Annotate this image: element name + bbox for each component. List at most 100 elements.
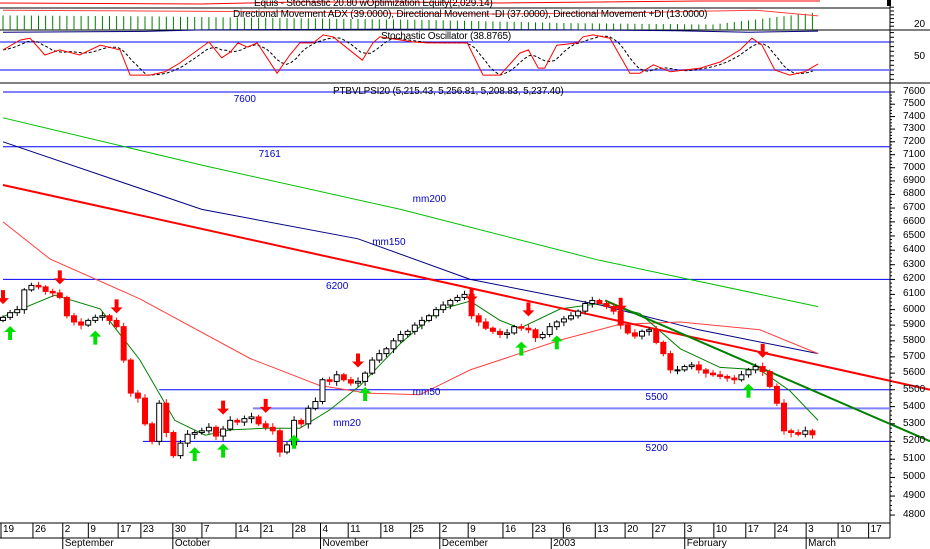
candle-body — [56, 292, 63, 298]
y-tick-label: 7600 — [903, 86, 926, 97]
stochastic-panel-title: Stochastic Oscillator (38.8765) — [381, 31, 511, 42]
y-tick-label: 5800 — [903, 334, 926, 346]
x-tick-label: 19 — [3, 524, 15, 535]
price-panel-title: PTBVLPSI20 (5,215.43, 5,256.81, 5,208.83… — [333, 86, 564, 97]
month-label: December — [441, 538, 488, 549]
candle-body — [284, 444, 290, 453]
candle-body — [241, 418, 248, 423]
candle-body — [553, 321, 560, 328]
horizontal-levels — [3, 91, 890, 442]
y-tick-label: 6200 — [903, 273, 926, 285]
sell-arrow-icon — [0, 290, 9, 305]
x-tick-label: 7 — [203, 524, 210, 535]
candle-body — [766, 370, 773, 387]
candle-body — [596, 299, 603, 305]
x-tick-label: 26 — [34, 524, 47, 535]
mm20-label: mm20 — [333, 417, 361, 429]
candle-body — [589, 299, 596, 305]
candle-body — [71, 315, 77, 323]
candle-body — [205, 426, 212, 432]
y-tick-label: 5100 — [903, 453, 926, 465]
candle-body — [809, 430, 816, 436]
month-label: November — [322, 538, 369, 549]
candle-body — [35, 284, 42, 288]
x-tick-label: 27 — [654, 524, 666, 535]
candle-body — [106, 315, 113, 321]
x-tick-label: 2 — [64, 524, 71, 535]
mm150-label: mm150 — [372, 237, 406, 249]
candle-body — [85, 319, 92, 326]
candle-body — [674, 369, 681, 372]
x-tick-label: 17 — [120, 524, 132, 535]
x-tick-label: 10 — [715, 524, 727, 535]
y-tick-label: 6000 — [903, 303, 926, 315]
candle-body — [255, 416, 262, 425]
candle-body — [142, 397, 148, 425]
y-tick-label: 7400 — [903, 110, 926, 122]
y-tick-label: 5700 — [903, 350, 926, 362]
candle-body — [710, 372, 716, 376]
candle-body — [390, 340, 397, 350]
x-tick-label: 11 — [350, 524, 361, 535]
x-tick-label: 17 — [870, 524, 882, 535]
candle-body — [788, 430, 795, 434]
candle-body — [298, 419, 305, 425]
candle-body — [234, 419, 241, 423]
x-tick-label: 20 — [627, 524, 639, 535]
candle-body — [695, 364, 702, 371]
x-tick-label: 23 — [534, 524, 546, 535]
candle-body — [49, 290, 56, 294]
candle-body — [404, 330, 411, 336]
candle-body — [795, 432, 802, 435]
candle-body — [717, 374, 724, 377]
candle-body — [113, 319, 120, 328]
candle-body — [802, 430, 809, 435]
y-tick-label: 7200 — [903, 135, 926, 147]
y-tick-label: 6800 — [903, 188, 926, 200]
candle-body — [248, 416, 255, 420]
buy-arrow-icon — [217, 443, 230, 458]
candle-body — [163, 402, 170, 434]
y-tick-label: 5400 — [903, 400, 926, 412]
buy-arrow-icon — [359, 387, 372, 402]
y-tick-label: 5000 — [903, 471, 926, 483]
candlesticks — [0, 281, 816, 459]
candle-body — [482, 321, 489, 329]
candle-body — [724, 375, 731, 379]
candle-body — [326, 379, 333, 382]
y-tick-label: 5300 — [903, 417, 926, 429]
candle-body — [575, 310, 582, 317]
chart-canvas — [0, 0, 930, 549]
candle-body — [220, 428, 227, 437]
candle-body — [333, 374, 340, 382]
x-tick-label: 10 — [840, 524, 852, 535]
candle-body — [646, 329, 653, 332]
x-tick-label: 3 — [686, 524, 693, 535]
candle-body — [631, 332, 638, 337]
candle-body — [376, 353, 383, 361]
candle-body — [418, 319, 425, 326]
month-label: October — [174, 538, 211, 549]
candle-body — [170, 432, 177, 457]
candle-body — [312, 401, 319, 409]
candle-body — [546, 326, 553, 336]
x-tick-label: 21 — [262, 524, 274, 535]
y-tick-label: 6500 — [903, 229, 926, 241]
candle-body — [504, 332, 511, 336]
y-tick-label: 6700 — [903, 202, 926, 214]
candle-body — [518, 326, 525, 329]
candle-body — [340, 374, 347, 381]
y-tick-label: 6100 — [903, 288, 926, 300]
candle-body — [14, 309, 21, 314]
x-tick-label: 23 — [142, 524, 154, 535]
x-tick-label: 4 — [322, 524, 329, 535]
candle-body — [127, 359, 134, 394]
mm150-line — [2, 141, 819, 355]
candle-body — [731, 377, 738, 381]
candle-body — [781, 402, 787, 432]
candle-body — [568, 315, 574, 320]
signal-arrows — [0, 270, 769, 462]
x-tick-label: 3 — [808, 524, 814, 535]
sell-arrow-icon — [217, 400, 230, 415]
y-tick-label: 7100 — [903, 148, 926, 160]
